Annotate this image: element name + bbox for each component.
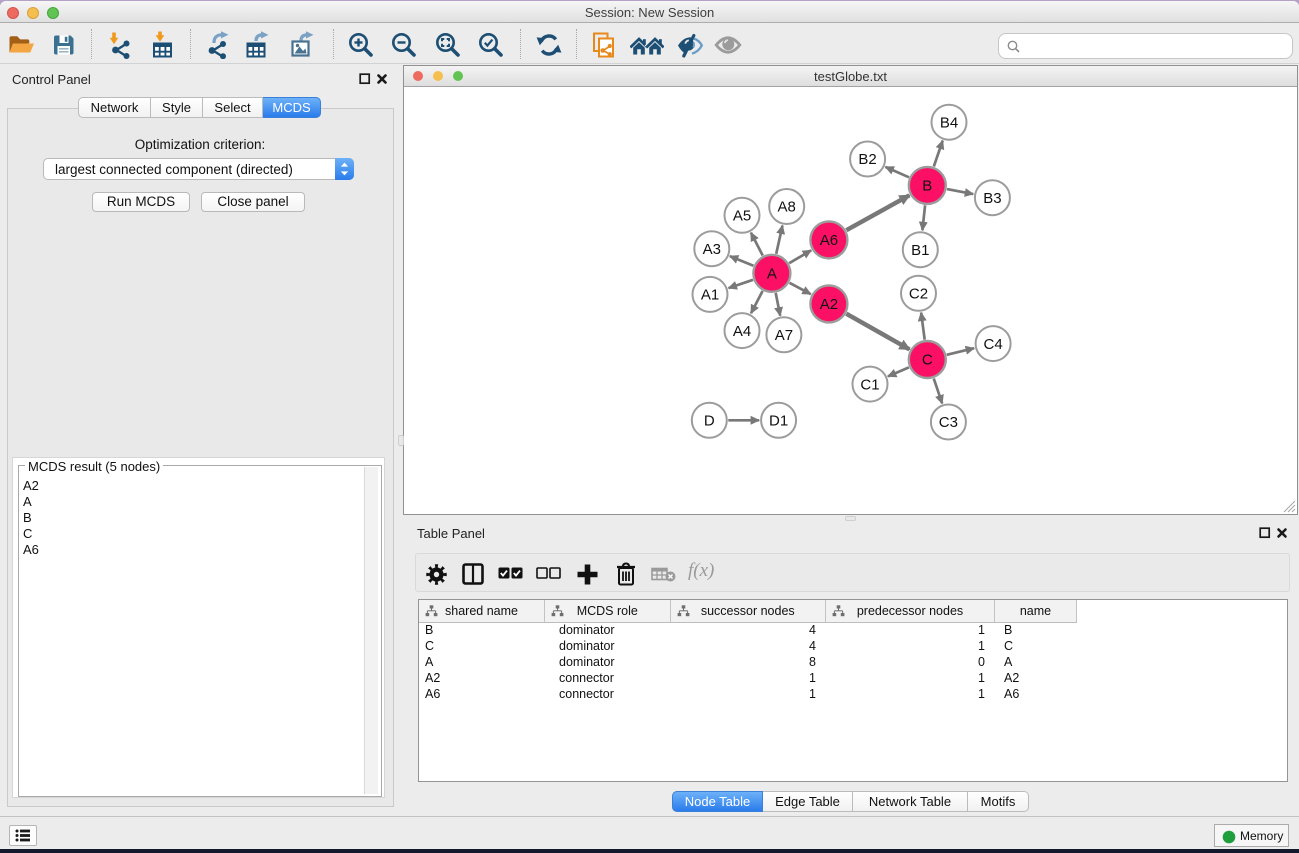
svg-text:A1: A1 <box>701 287 719 304</box>
svg-text:C: C <box>922 352 933 369</box>
svg-text:B2: B2 <box>858 151 876 168</box>
svg-text:C4: C4 <box>984 336 1003 353</box>
svg-text:A: A <box>767 266 777 283</box>
svg-text:A3: A3 <box>703 241 721 258</box>
svg-text:A7: A7 <box>775 327 793 344</box>
svg-text:A6: A6 <box>820 232 838 249</box>
svg-text:C3: C3 <box>939 414 958 431</box>
svg-text:D1: D1 <box>769 413 788 430</box>
svg-text:B4: B4 <box>940 114 958 131</box>
svg-text:A2: A2 <box>820 296 838 313</box>
svg-text:D: D <box>704 413 715 430</box>
svg-text:B: B <box>922 178 932 195</box>
svg-text:C2: C2 <box>909 286 928 303</box>
svg-text:C1: C1 <box>860 376 879 393</box>
svg-text:A4: A4 <box>733 323 751 340</box>
svg-text:A5: A5 <box>733 208 751 225</box>
svg-text:B1: B1 <box>911 242 929 259</box>
svg-text:B3: B3 <box>983 190 1001 207</box>
svg-text:A8: A8 <box>778 199 796 216</box>
